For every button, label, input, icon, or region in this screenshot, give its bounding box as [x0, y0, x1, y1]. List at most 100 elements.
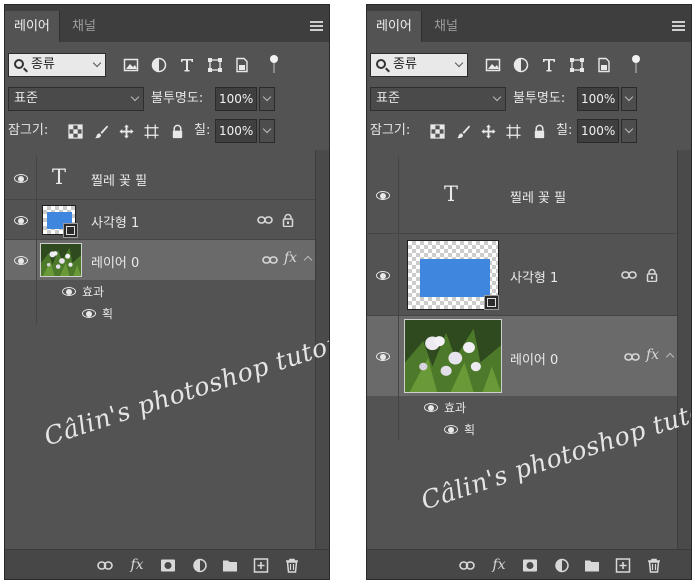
opacity-input[interactable]: 100% [577, 87, 619, 111]
blend-row: 표준 불투명도: 100% [367, 87, 691, 113]
tab-channels[interactable]: 채널 [63, 11, 105, 42]
filter-pixel-layers-button[interactable] [122, 55, 140, 75]
visibility-cell [5, 200, 37, 240]
flower-photo-icon [405, 320, 501, 392]
layer-row-shape[interactable]: 사각형 1 [367, 234, 691, 316]
eye-icon[interactable] [376, 352, 390, 361]
eye-icon[interactable] [424, 403, 438, 412]
delete-layer-button[interactable] [645, 557, 663, 573]
fill-input[interactable]: 100% [215, 119, 257, 143]
opacity-input[interactable]: 100% [215, 87, 257, 111]
layer-effects-fx-icon[interactable]: fx [646, 347, 659, 363]
eye-icon[interactable] [14, 256, 28, 265]
effects-row[interactable]: 효과 [5, 280, 329, 302]
visibility-cell [367, 234, 399, 316]
visibility-cell [367, 156, 399, 234]
new-adjustment-layer-button[interactable] [553, 557, 571, 573]
opacity-dropdown-button[interactable] [259, 87, 275, 111]
eye-icon[interactable] [62, 287, 76, 296]
lock-image-pixels-button[interactable] [93, 123, 109, 139]
delete-layer-button[interactable] [283, 557, 301, 573]
eye-icon[interactable] [14, 216, 28, 225]
filter-pixel-layers-button[interactable] [484, 55, 502, 75]
layers-scrollbar[interactable] [677, 150, 691, 549]
tab-channels[interactable]: 채널 [425, 11, 467, 42]
panel-menu-icon[interactable] [310, 21, 323, 31]
add-layer-style-button[interactable]: fx [128, 557, 146, 573]
filter-smart-objects-button[interactable] [595, 55, 613, 75]
blend-mode-select[interactable]: 표준 [8, 87, 144, 111]
move-icon [118, 123, 134, 139]
new-group-button[interactable] [221, 557, 239, 573]
fill-dropdown-button[interactable] [259, 119, 275, 143]
filter-row: 종류 [5, 53, 329, 79]
filter-type-layers-button[interactable] [178, 55, 196, 75]
fx-icon: fx [492, 557, 506, 573]
tab-layers[interactable]: 레이어 [367, 11, 422, 42]
layer-row-image[interactable]: 레이어 0 fx [367, 316, 691, 396]
brush-icon [456, 124, 470, 138]
layer-row-text[interactable]: T 찔레 꽃 필 [367, 156, 691, 234]
lock-image-pixels-button[interactable] [455, 123, 471, 139]
filter-adjustment-layers-button[interactable] [150, 55, 168, 75]
eye-icon[interactable] [376, 191, 390, 200]
link-layers-button[interactable] [96, 557, 114, 573]
lock-all-button[interactable] [531, 123, 547, 139]
eye-icon[interactable] [14, 174, 28, 183]
layer-row-shape[interactable]: 사각형 1 [5, 200, 329, 240]
lock-position-button[interactable] [118, 123, 134, 139]
panel-menu-icon[interactable] [672, 21, 685, 31]
link-icon [623, 349, 641, 365]
layer-row-image[interactable]: 레이어 0 fx [5, 240, 329, 280]
lock-icon [279, 212, 297, 228]
fill-dropdown-button[interactable] [621, 119, 637, 143]
eye-icon[interactable] [444, 425, 458, 434]
filter-toggle-switch[interactable] [270, 55, 278, 75]
tab-layers[interactable]: 레이어 [5, 11, 60, 42]
filter-kind-select[interactable]: 종류 [8, 53, 106, 77]
lock-all-button[interactable] [169, 123, 185, 139]
lock-artboard-button[interactable] [143, 123, 159, 139]
half-circle-icon [151, 57, 167, 73]
folder-icon [223, 560, 237, 571]
filter-shape-layers-button[interactable] [568, 55, 586, 75]
new-adjustment-layer-button[interactable] [191, 557, 209, 573]
filter-type-layers-button[interactable] [540, 55, 558, 75]
blend-mode-select[interactable]: 표준 [370, 87, 506, 111]
lock-artboard-button[interactable] [505, 123, 521, 139]
eye-icon[interactable] [82, 309, 96, 318]
new-layer-button[interactable] [252, 557, 270, 573]
new-layer-button[interactable] [614, 557, 632, 573]
effects-label: 효과 [82, 285, 105, 299]
chevron-down-icon [92, 58, 102, 68]
link-layers-button[interactable] [458, 557, 476, 573]
adjustment-icon [193, 558, 207, 572]
layer-row-text[interactable]: T 찔레 꽃 필 [5, 156, 329, 200]
filter-toggle-switch[interactable] [632, 55, 640, 75]
lock-transparent-pixels-button[interactable] [429, 123, 445, 139]
vector-mask-icon [484, 295, 499, 310]
add-mask-button[interactable] [521, 557, 539, 573]
layer-effects-fx-icon[interactable]: fx [284, 250, 297, 266]
eye-icon[interactable] [376, 271, 390, 280]
collapse-caret-icon[interactable] [303, 255, 313, 265]
add-layer-style-button[interactable]: fx [490, 557, 508, 573]
filter-adjustment-layers-button[interactable] [512, 55, 530, 75]
lock-transparent-pixels-button[interactable] [67, 123, 83, 139]
add-mask-button[interactable] [159, 557, 177, 573]
link-icon [97, 560, 113, 570]
new-group-button[interactable] [583, 557, 601, 573]
link-icon [620, 267, 638, 283]
effect-stroke-row[interactable]: 획 [5, 302, 329, 324]
filter-shape-layers-button[interactable] [206, 55, 224, 75]
filter-smart-objects-button[interactable] [233, 55, 251, 75]
lock-position-button[interactable] [480, 123, 496, 139]
checkerboard-icon [429, 123, 445, 139]
collapse-caret-icon[interactable] [665, 352, 675, 362]
layer-thumbnail [40, 243, 82, 277]
opacity-dropdown-button[interactable] [621, 87, 637, 111]
fill-input[interactable]: 100% [577, 119, 619, 143]
type-layer-icon: T [52, 165, 67, 189]
artboard-icon [505, 123, 521, 139]
filter-kind-select[interactable]: 종류 [370, 53, 468, 77]
